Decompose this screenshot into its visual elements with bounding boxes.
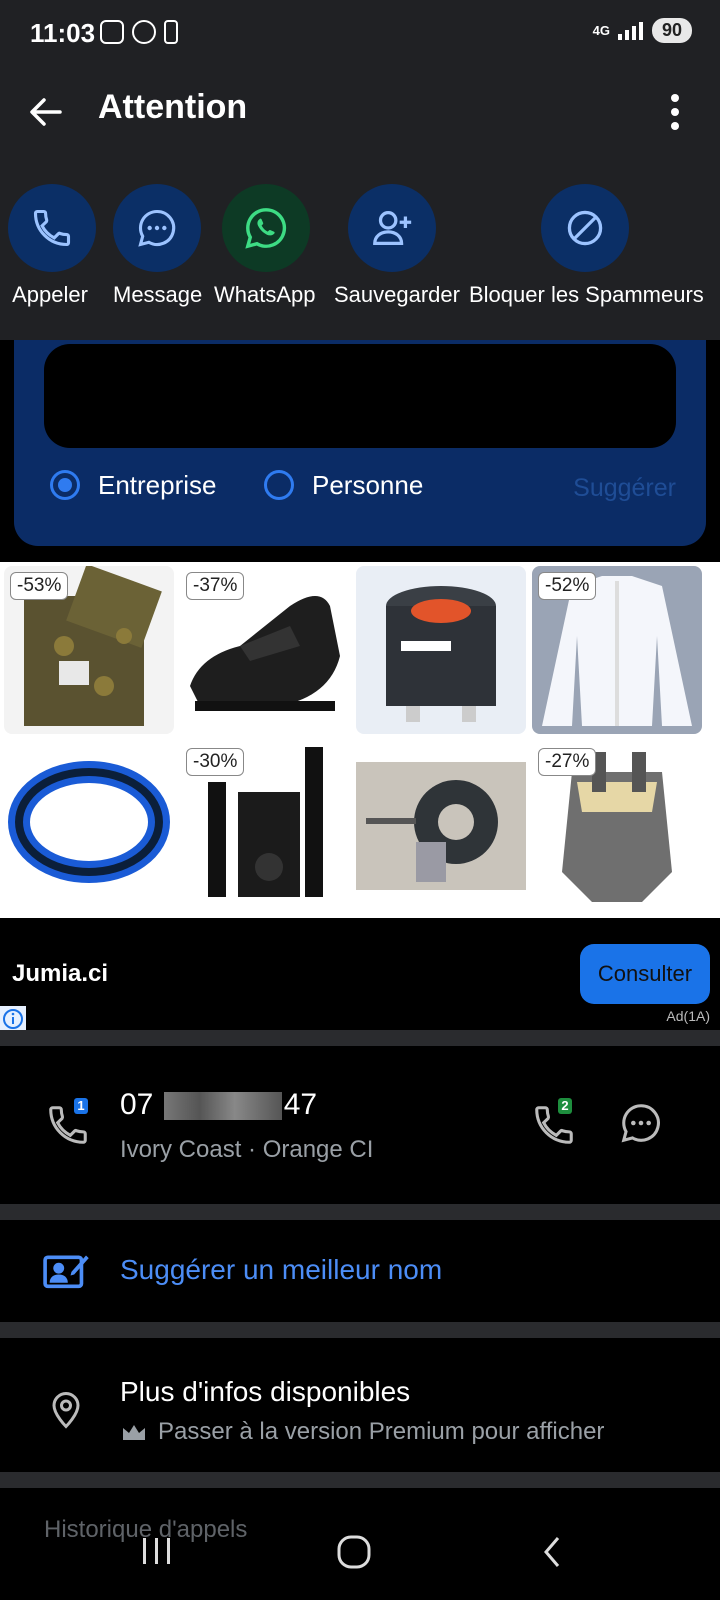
block-label: Bloquer les Spammeurs	[469, 282, 704, 307]
product-ring[interactable]	[4, 742, 174, 910]
number-suffix: 47	[283, 1088, 318, 1121]
whatsapp-icon	[245, 208, 287, 249]
radio-entreprise[interactable]	[50, 470, 80, 500]
product-speaker[interactable]: -30%	[180, 742, 350, 910]
ad-label: Ad(1A)	[666, 1008, 710, 1024]
radio-personne-label: Personne	[312, 470, 424, 500]
save-label: Sauvegarder	[334, 282, 460, 307]
more-info-title: Plus d'infos disponibles	[120, 1376, 411, 1407]
discount-badge: -27%	[538, 748, 597, 776]
suggest-better-name-row[interactable]: Suggérer un meilleur nom	[0, 1220, 720, 1322]
save-contact-button[interactable]: Sauvegarder	[334, 184, 460, 308]
divider	[0, 1030, 720, 1046]
suggest-better-name-label: Suggérer un meilleur nom	[120, 1254, 443, 1285]
name-input[interactable]	[44, 344, 676, 448]
accessibility-icon	[164, 20, 178, 44]
ad-info-icon[interactable]	[0, 1006, 26, 1032]
ad-brand: Jumia.ci	[12, 960, 109, 987]
ad-consult-button[interactable]: Consulter	[580, 944, 710, 1004]
back-arrow-icon[interactable]	[28, 94, 64, 130]
suggest-card: Entreprise Personne Suggérer	[14, 340, 706, 546]
status-right: 4G 90	[593, 18, 692, 43]
product-baby-carrier[interactable]: -27%	[532, 742, 702, 910]
product-stove[interactable]	[356, 566, 526, 734]
product-shirt[interactable]: -52%	[532, 566, 702, 734]
divider	[0, 1204, 720, 1220]
burner-image	[356, 762, 526, 890]
redacted-digits	[163, 1092, 282, 1121]
block-spammers-button[interactable]: Bloquer les Spammeurs	[469, 184, 704, 308]
page-title: Attention	[98, 88, 248, 126]
message-label: Message	[113, 282, 203, 307]
status-notification-icons	[100, 20, 178, 44]
whatsapp-label: WhatsApp	[214, 282, 316, 307]
screenshot-icon	[100, 20, 124, 44]
message-icon	[138, 209, 176, 247]
product-shoe[interactable]: -37%	[180, 566, 350, 734]
message-circle	[113, 184, 201, 272]
suggest-button[interactable]: Suggérer	[573, 474, 676, 503]
product-burner[interactable]	[356, 742, 526, 910]
ad-product-grid[interactable]: -53% -37% -52% -30% -27%	[0, 562, 720, 918]
discount-badge: -52%	[538, 572, 597, 600]
battery-indicator: 90	[651, 18, 692, 43]
action-bar: Appeler Message WhatsApp Sauvegarder Blo…	[0, 176, 720, 340]
message-button[interactable]: Message	[113, 184, 203, 308]
recent-apps-icon[interactable]	[140, 1536, 174, 1566]
call-button[interactable]: Appeler	[8, 184, 96, 308]
add-contact-icon	[373, 211, 412, 245]
more-info-row[interactable]: Plus d'infos disponibles Passer à la ver…	[0, 1338, 720, 1472]
whatsapp-circle	[222, 184, 310, 272]
phone-number: 07 47	[120, 1088, 317, 1122]
more-options-icon[interactable]	[670, 92, 680, 132]
radio-entreprise-label: Entreprise	[98, 470, 217, 500]
ring-image	[8, 761, 170, 883]
premium-hint: Passer à la version Premium pour affiche…	[158, 1418, 605, 1445]
edit-contact-icon	[43, 1255, 89, 1289]
divider	[0, 1472, 720, 1488]
stove-image	[386, 586, 496, 722]
status-time: 11:03	[30, 18, 96, 48]
divider	[0, 1322, 720, 1338]
back-nav-icon[interactable]	[540, 1534, 564, 1570]
block-icon	[567, 210, 603, 246]
app-header: Attention	[0, 66, 720, 176]
sms-icon[interactable]	[618, 1100, 664, 1146]
discount-badge: -37%	[186, 572, 245, 600]
crown-icon	[123, 1425, 145, 1440]
phone-icon	[33, 209, 71, 247]
signal-icon	[617, 21, 643, 40]
ad-footer: Jumia.ci Consulter Ad(1A)	[0, 918, 720, 1032]
block-circle	[541, 184, 629, 272]
home-icon[interactable]	[336, 1534, 372, 1570]
call-circle	[8, 184, 96, 272]
network-type: 4G	[592, 22, 610, 38]
sim2-badge: 2	[558, 1098, 572, 1114]
number-location: Ivory Coast · Orange CI	[120, 1136, 374, 1163]
discount-badge: -53%	[10, 572, 69, 600]
number-prefix: 07	[120, 1088, 162, 1121]
product-fabric[interactable]: -53%	[4, 566, 174, 734]
phone-number-row[interactable]: 1 07 47 Ivory Coast · Orange CI 2	[0, 1046, 720, 1204]
location-pin-icon	[52, 1391, 80, 1429]
discount-badge: -30%	[186, 748, 245, 776]
sim1-badge: 1	[74, 1098, 88, 1114]
media-icon	[132, 20, 156, 44]
call-label: Appeler	[12, 282, 88, 307]
whatsapp-button[interactable]: WhatsApp	[214, 184, 316, 308]
save-circle	[348, 184, 436, 272]
status-bar: 11:03 4G 90	[0, 0, 720, 66]
radio-personne[interactable]	[264, 470, 294, 500]
system-nav-bar	[0, 1510, 720, 1600]
